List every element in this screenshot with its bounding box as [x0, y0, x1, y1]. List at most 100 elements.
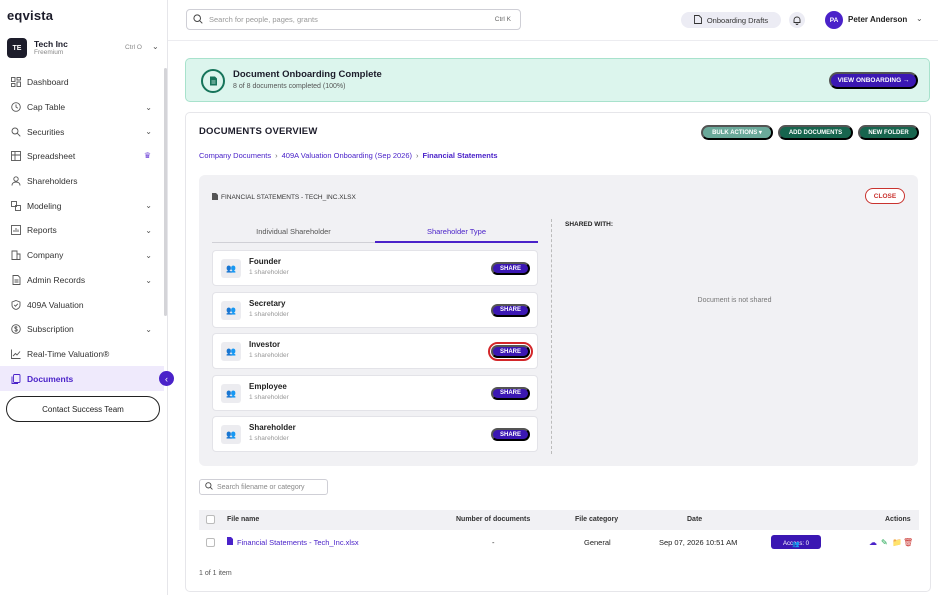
type-name: Employee	[249, 381, 287, 391]
sidebar-item-documents[interactable]: Documents	[0, 366, 164, 391]
file-name-link[interactable]: Financial Statements - Tech_Inc.xlsx	[237, 538, 359, 547]
type-count: 1 shareholder	[249, 352, 289, 359]
file-icon	[227, 537, 233, 547]
download-icon[interactable]: ☁	[869, 538, 877, 547]
onboarding-drafts-button[interactable]: Onboarding Drafts	[681, 12, 781, 28]
edit-icon[interactable]: ✎	[881, 538, 888, 547]
org-avatar: TE	[7, 38, 27, 58]
sidebar-item-label: Subscription	[27, 324, 74, 335]
sidebar-item-409a-valuation[interactable]: 409A Valuation	[0, 292, 164, 317]
sidebar-item-label: Cap Table	[27, 102, 66, 113]
collapse-sidebar-button[interactable]: ‹	[159, 371, 174, 386]
chevron-down-icon: ⌄	[145, 250, 152, 260]
sidebar-item-company[interactable]: Company ⌄	[0, 243, 164, 268]
sidebar-item-label: Documents	[27, 373, 74, 384]
sidebar-item-securities[interactable]: Securities ⌄	[0, 119, 164, 144]
chevron-down-icon[interactable]: ⌄	[916, 14, 923, 23]
chevron-down-icon: ⌄	[145, 226, 152, 236]
user-avatar[interactable]: PA	[825, 11, 843, 29]
type-name: Secretary	[249, 298, 286, 308]
sidebar: eqvista TE Tech Inc Freemium Ctrl O ⌄ Da…	[0, 0, 168, 595]
banner-title: Document Onboarding Complete	[233, 69, 382, 80]
sidebar-item-cap-table[interactable]: Cap Table ⌄	[0, 95, 164, 120]
list-item: 👥 Investor 1 shareholder SHARE	[212, 333, 538, 369]
sidebar-item-subscription[interactable]: Subscription ⌄	[0, 317, 164, 342]
grid-icon	[10, 77, 21, 88]
search-icon	[205, 482, 213, 492]
document-icon	[693, 14, 702, 26]
sidebar-nav: Dashboard Cap Table ⌄ Securities ⌄ Sprea…	[0, 70, 164, 391]
type-count: 1 shareholder	[249, 310, 289, 318]
app-logo[interactable]: eqvista	[7, 8, 53, 23]
divider	[551, 219, 552, 454]
share-button[interactable]: SHARE	[488, 342, 533, 361]
list-item: 👥 Shareholder 1 shareholder SHARE	[212, 416, 538, 452]
table-header: File name Number of documents File categ…	[199, 510, 919, 530]
close-button[interactable]: CLOSE	[865, 188, 905, 204]
clock-icon	[10, 102, 21, 113]
add-documents-button[interactable]: ADD DOCUMENTS	[778, 125, 853, 140]
chevron-down-icon: ⌄	[145, 102, 152, 112]
sidebar-item-admin-records[interactable]: Admin Records ⌄	[0, 268, 164, 293]
sidebar-item-spreadsheet[interactable]: Spreadsheet ♛	[0, 144, 164, 169]
pagination-info: 1 of 1 item	[199, 570, 232, 577]
column-file-name[interactable]: File name	[227, 516, 259, 523]
column-actions: Actions	[885, 516, 911, 523]
view-onboarding-button[interactable]: VIEW ONBOARDING →	[829, 72, 918, 89]
folder-icon[interactable]: 📁	[892, 538, 902, 547]
trash-icon[interactable]: 🗑	[903, 538, 913, 547]
new-folder-button[interactable]: NEW FOLDER	[858, 125, 919, 140]
column-date[interactable]: Date	[687, 516, 702, 523]
type-count: 1 shareholder	[249, 393, 289, 401]
type-count: 1 shareholder	[249, 435, 289, 442]
type-name: Shareholder	[249, 423, 296, 432]
column-number-of-documents[interactable]: Number of documents	[456, 516, 530, 523]
bell-icon[interactable]	[789, 12, 805, 28]
org-switcher[interactable]: TE Tech Inc Freemium Ctrl O ⌄	[7, 37, 162, 59]
select-all-checkbox[interactable]	[206, 515, 215, 524]
share-panel: FINANCIAL STATEMENTS - TECH_INC.XLSX CLO…	[199, 175, 918, 466]
contact-success-team-button[interactable]: Contact Success Team	[6, 396, 160, 422]
tab-shareholder-type[interactable]: Shareholder Type	[375, 221, 538, 243]
sidebar-item-modeling[interactable]: Modeling ⌄	[0, 193, 164, 218]
page-title: DOCUMENTS OVERVIEW	[199, 126, 318, 137]
chevron-right-icon: ›	[275, 151, 278, 160]
sidebar-item-shareholders[interactable]: Shareholders	[0, 169, 164, 194]
file-search-input[interactable]: Search filename or category	[217, 484, 305, 491]
sidebar-item-dashboard[interactable]: Dashboard	[0, 70, 164, 95]
share-button[interactable]: SHARE	[491, 303, 530, 317]
documents-icon	[10, 373, 21, 384]
sidebar-scrollbar[interactable]	[164, 68, 167, 316]
breadcrumb-item[interactable]: 409A Valuation Onboarding (Sep 2026)	[282, 151, 412, 160]
user-name[interactable]: Peter Anderson	[848, 15, 907, 24]
breadcrumb-item[interactable]: Company Documents	[199, 151, 271, 160]
global-search[interactable]: Search for people, pages, grants Ctrl K	[186, 9, 521, 30]
chevron-down-icon: ⌄	[145, 324, 152, 334]
sidebar-item-real-time-valuation[interactable]: Real-Time Valuation®	[0, 342, 164, 367]
file-category: General	[584, 538, 611, 547]
bulk-actions-button[interactable]: BULK ACTIONS ▾	[701, 125, 773, 140]
org-shortcut: Ctrl O	[125, 44, 142, 51]
type-name: Founder	[249, 257, 281, 266]
share-button[interactable]: SHARE	[491, 262, 530, 275]
sidebar-item-label: Spreadsheet	[27, 151, 76, 162]
sidebar-item-label: Shareholders	[27, 176, 78, 187]
file-search[interactable]: Search filename or category	[199, 479, 328, 495]
share-button[interactable]: SHARE	[491, 386, 530, 400]
sidebar-item-label: Modeling	[27, 200, 62, 211]
sidebar-item-label: Reports	[27, 225, 57, 236]
access-button[interactable]: Access: 0 👥	[771, 535, 821, 549]
users-icon	[10, 176, 21, 187]
users-group-icon: 👥	[221, 383, 241, 403]
row-checkbox[interactable]	[206, 538, 215, 547]
records-icon	[10, 274, 21, 285]
column-file-category[interactable]: File category	[575, 516, 618, 523]
document-count: -	[492, 538, 495, 547]
breadcrumb: Company Documents › 409A Valuation Onboa…	[199, 151, 498, 160]
type-name: Investor	[249, 340, 281, 349]
dollar-icon	[10, 324, 21, 335]
search-input[interactable]: Search for people, pages, grants	[209, 15, 318, 24]
share-button[interactable]: SHARE	[491, 428, 530, 441]
tab-individual-shareholder[interactable]: Individual Shareholder	[212, 221, 375, 243]
sidebar-item-reports[interactable]: Reports ⌄	[0, 218, 164, 243]
